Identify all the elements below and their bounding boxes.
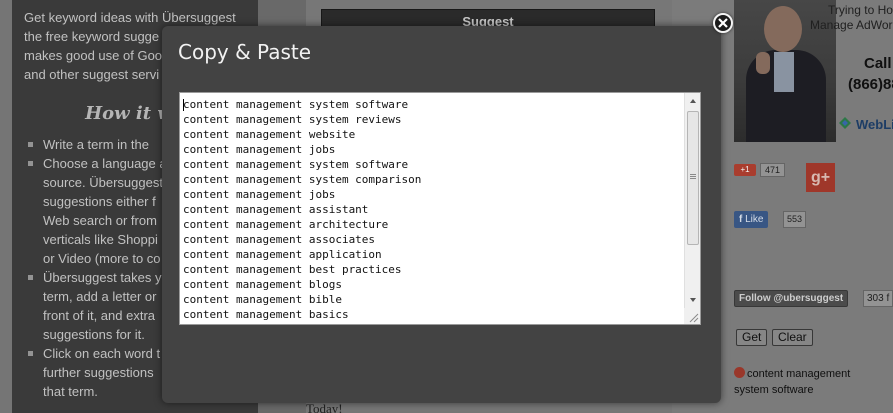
keyword-line: content management jobs — [183, 143, 336, 156]
copy-paste-dialog: Copy & Paste content management system s… — [162, 26, 721, 403]
keyword-line: content management blogs — [183, 278, 342, 291]
keyword-line: content management system software — [183, 158, 409, 171]
vertical-scrollbar[interactable] — [684, 93, 700, 324]
keyword-line: content management system comparison — [183, 173, 422, 186]
keyword-line: content management basics — [183, 308, 349, 321]
triangle-down-icon[interactable] — [685, 292, 701, 308]
keyword-line: content management bible — [183, 293, 342, 306]
keyword-line: content management application — [183, 248, 382, 261]
keyword-lines: content management system software conten… — [183, 97, 421, 322]
keyword-line: content management website — [183, 128, 356, 141]
keyword-line: content management associates — [183, 233, 376, 246]
keyword-line: content management best practices — [183, 263, 402, 276]
close-icon[interactable] — [713, 13, 733, 33]
keyword-line: content management assistant — [183, 203, 369, 216]
dialog-title: Copy & Paste — [178, 40, 312, 64]
keyword-line: content management system reviews — [183, 113, 402, 126]
triangle-up-icon[interactable] — [685, 93, 701, 109]
keyword-line: content management jobs — [183, 188, 336, 201]
keyword-line: content management architecture — [183, 218, 389, 231]
keywords-textarea[interactable]: content management system software conten… — [179, 92, 701, 325]
scrollbar-thumb[interactable] — [687, 111, 699, 245]
keyword-line: content management system software — [183, 98, 409, 111]
resize-grip-icon[interactable] — [684, 308, 700, 324]
